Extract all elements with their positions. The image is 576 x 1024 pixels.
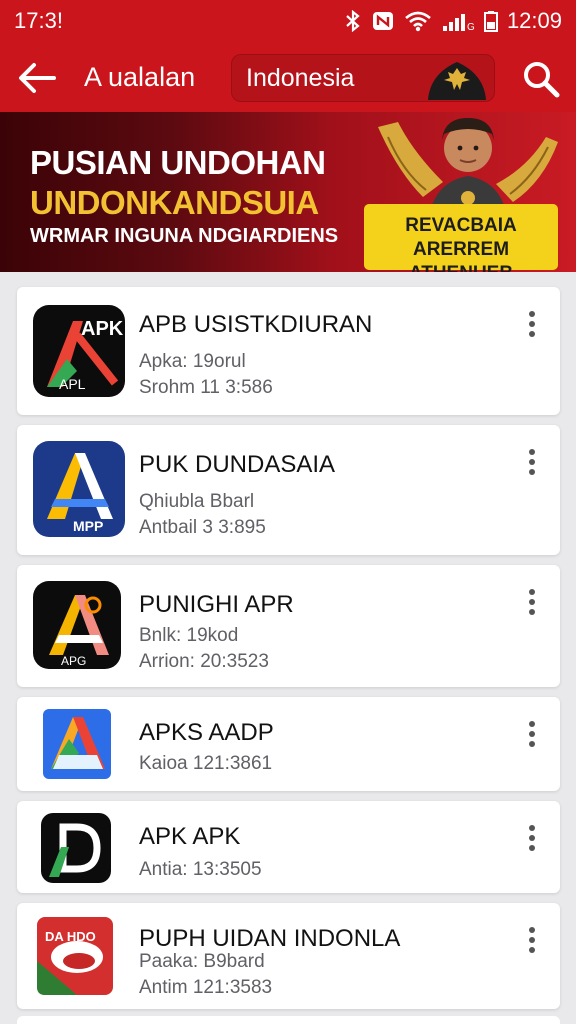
list-item[interactable]: APK APK Antia: 13:3505 [17, 801, 560, 893]
status-time-right: 12:09 [506, 8, 562, 33]
app-name: PUPH UIDAN INDONLA [139, 925, 401, 952]
search-value: Indonesia [246, 63, 355, 92]
more-options-icon[interactable] [522, 823, 542, 853]
list-item[interactable]: APKS AADP Kaioa 121:3861 [17, 697, 560, 791]
more-options-icon[interactable] [522, 925, 542, 955]
wifi-icon [405, 11, 431, 32]
status-bar: 17:3! G 12:09 [0, 0, 576, 42]
apk-icon-red-green: APK APL [33, 305, 125, 397]
app-meta-2: Antim 121:3583 [139, 977, 273, 998]
app-meta-2: Srohm 11 3:586 [139, 377, 273, 398]
status-time-left: 17:3! [14, 8, 63, 33]
status-icons: G 12:09 [344, 8, 562, 34]
svg-text:MPP: MPP [73, 518, 103, 534]
app-meta-1: Qhiubla Bbarl [139, 491, 255, 512]
more-options-icon[interactable] [522, 309, 542, 339]
app-name: APKS AADP [139, 719, 274, 746]
app-name: APB USISTKDIURAN [139, 311, 373, 338]
apk-icon-black-d [41, 813, 111, 883]
cta-line1: REVACBAIA [405, 215, 517, 236]
banner-cta-button[interactable]: REVACBAIA ARERREM ATHENUEB [364, 204, 558, 272]
apk-icon-red-white: DA HDO [37, 917, 113, 995]
more-options-icon[interactable] [522, 587, 542, 617]
app-name: PUNIGHI APR [139, 591, 294, 618]
apk-icon-green-blue [43, 709, 111, 779]
emblem-icon [428, 62, 486, 100]
svg-text:G: G [467, 22, 475, 32]
list-item[interactable]: MPP PUK DUNDASAIA Qhiubla Bbarl Antbail … [17, 425, 560, 555]
app-name: APK APK [139, 823, 241, 850]
app-title: A ualalan [84, 62, 196, 92]
list-item[interactable]: APG PUNIGHI APR Bnlk: 19kod Arrion: 20:3… [17, 565, 560, 687]
list-item[interactable]: APK APL APB USISTKDIURAN Apka: 19orul Sr… [17, 287, 560, 415]
app-meta-2: Arrion: 20:3523 [139, 651, 269, 672]
list-item-partial[interactable] [17, 1016, 560, 1024]
back-arrow-icon[interactable] [16, 60, 58, 96]
svg-text:APG: APG [61, 654, 86, 668]
banner-headline: PUSIAN UNDOHAN [30, 144, 326, 181]
app-name: PUK DUNDASAIA [139, 451, 336, 478]
app-meta-1: Antia: 13:3505 [139, 859, 262, 880]
promo-banner[interactable]: PUSIAN UNDOHAN UNDONKANDSUIA WRMAR INGUN… [0, 112, 576, 272]
bluetooth-icon [346, 10, 360, 32]
cta-line2: ARERREM ATHENUEB [409, 239, 513, 272]
more-options-icon[interactable] [522, 447, 542, 477]
more-options-icon[interactable] [522, 719, 542, 749]
banner-tagline: WRMAR INGUNA NDGIARDIENS [30, 225, 339, 247]
apk-icon-black-orange: APG [33, 581, 121, 669]
app-meta-1: Apka: 19orul [139, 351, 246, 372]
app-meta-1: Bnlk: 19kod [139, 625, 239, 646]
svg-text:DA HDO: DA HDO [45, 929, 96, 944]
app-meta-1: Paaka: B9bard [139, 951, 265, 972]
svg-text:APK: APK [81, 318, 124, 340]
nfc-icon [372, 12, 393, 30]
search-icon[interactable] [520, 60, 562, 98]
signal-icon: G [442, 14, 475, 32]
app-meta-2: Antbail 3 3:895 [139, 517, 266, 538]
battery-icon [483, 11, 498, 32]
apk-icon-blue-yellow: MPP [33, 441, 125, 537]
list-item[interactable]: DA HDO PUPH UIDAN INDONLA Paaka: B9bard … [17, 903, 560, 1009]
svg-text:APL: APL [59, 376, 86, 392]
app-bar: A ualalan Indonesia [0, 42, 576, 112]
banner-subheadline: UNDONKANDSUIA [30, 184, 319, 221]
app-meta-1: Kaioa 121:3861 [139, 753, 273, 774]
